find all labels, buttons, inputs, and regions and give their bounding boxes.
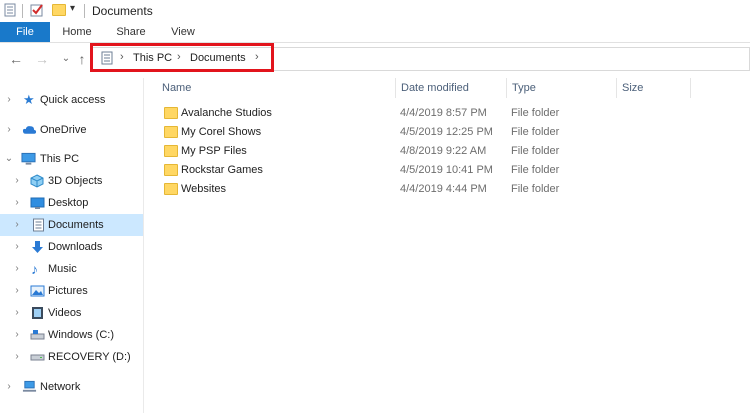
folder-icon bbox=[164, 183, 178, 195]
nav-label: Downloads bbox=[48, 241, 103, 253]
documents-icon bbox=[33, 218, 44, 232]
3d-objects-icon bbox=[30, 174, 44, 188]
file-name: My Corel Shows bbox=[181, 126, 262, 138]
file-name: Websites bbox=[181, 183, 227, 195]
chevron-right-icon[interactable]: › bbox=[12, 236, 22, 258]
file-type: File folder bbox=[511, 107, 560, 119]
drive-icon bbox=[30, 354, 45, 361]
nav-label: Documents bbox=[48, 219, 104, 231]
back-arrow-icon[interactable]: ← bbox=[8, 52, 24, 66]
chevron-right-icon[interactable]: › bbox=[4, 89, 14, 111]
column-header-type[interactable]: Type bbox=[512, 78, 536, 98]
nav-label: OneDrive bbox=[40, 124, 87, 136]
chevron-right-icon[interactable]: › bbox=[12, 346, 22, 368]
nav-item-this-pc[interactable]: ⌄ This PC bbox=[0, 148, 143, 170]
folder-icon bbox=[164, 126, 178, 138]
nav-item-3d-objects[interactable]: › 3D Objects bbox=[0, 170, 143, 192]
chevron-down-icon[interactable]: ⌄ bbox=[4, 148, 14, 170]
file-type: File folder bbox=[511, 145, 560, 157]
chevron-right-icon[interactable]: › bbox=[4, 376, 14, 398]
nav-label: Music bbox=[48, 263, 77, 275]
computer-icon bbox=[21, 152, 36, 165]
window-title: Documents bbox=[92, 4, 153, 18]
chevron-right-icon[interactable]: › bbox=[12, 170, 22, 192]
desktop-icon bbox=[30, 197, 45, 209]
nav-label: 3D Objects bbox=[48, 175, 103, 187]
nav-label: Pictures bbox=[48, 285, 88, 297]
file-date: 4/4/2019 4:44 PM bbox=[400, 183, 487, 195]
tab-view[interactable]: View bbox=[162, 22, 204, 42]
chevron-right-icon[interactable]: › bbox=[12, 302, 22, 324]
up-arrow-icon[interactable]: ↑ bbox=[74, 52, 90, 66]
file-date: 4/8/2019 9:22 AM bbox=[400, 145, 487, 157]
nav-label: Windows (C:) bbox=[48, 329, 115, 341]
pictures-icon bbox=[30, 285, 45, 297]
music-icon: ♪ bbox=[31, 261, 38, 277]
folder-icon bbox=[164, 164, 178, 176]
nav-item-music[interactable]: › ♪ Music bbox=[0, 258, 143, 280]
folder-icon bbox=[164, 107, 178, 119]
column-header-size[interactable]: Size bbox=[622, 78, 643, 98]
chevron-right-icon[interactable]: › bbox=[12, 280, 22, 302]
nav-label: This PC bbox=[40, 153, 80, 165]
column-header-date-modified[interactable]: Date modified bbox=[401, 78, 469, 98]
nav-item-documents[interactable]: › Documents bbox=[0, 214, 143, 236]
nav-item-downloads[interactable]: › Downloads bbox=[0, 236, 143, 258]
ribbon: File Home Share View bbox=[0, 22, 750, 43]
nav-item-windows-c[interactable]: › Windows (C:) bbox=[0, 324, 143, 346]
folder-icon[interactable] bbox=[52, 4, 66, 16]
nav-item-desktop[interactable]: › Desktop bbox=[0, 192, 143, 214]
quick-access-star-icon: ★ bbox=[23, 92, 35, 107]
folder-icon bbox=[164, 145, 178, 157]
file-name: My PSP Files bbox=[181, 145, 247, 157]
file-name: Rockstar Games bbox=[181, 164, 263, 176]
nav-item-network[interactable]: › Network bbox=[0, 376, 143, 398]
nav-label: Quick access bbox=[40, 94, 106, 106]
tab-file[interactable]: File bbox=[0, 22, 50, 42]
nav-item-onedrive[interactable]: › OneDrive bbox=[0, 119, 143, 141]
nav-label: Network bbox=[40, 381, 81, 393]
chevron-right-icon[interactable]: › bbox=[12, 324, 22, 346]
nav-label: Videos bbox=[48, 307, 82, 319]
tab-home[interactable]: Home bbox=[56, 22, 98, 42]
file-row[interactable]: Rockstar Games 4/5/2019 10:41 PM File fo… bbox=[160, 161, 590, 180]
nav-item-recovery-d[interactable]: › RECOVERY (D:) bbox=[0, 346, 143, 368]
nav-item-pictures[interactable]: › Pictures bbox=[0, 280, 143, 302]
file-row[interactable]: Websites 4/4/2019 4:44 PM File folder bbox=[160, 180, 590, 199]
chevron-right-icon[interactable]: › bbox=[12, 258, 22, 280]
chevron-right-icon[interactable]: › bbox=[4, 119, 14, 141]
drive-icon bbox=[30, 330, 45, 340]
checkmark-icon[interactable] bbox=[30, 3, 44, 17]
nav-item-quick-access[interactable]: › ★ Quick access bbox=[0, 89, 143, 111]
nav-label: Desktop bbox=[48, 197, 89, 209]
file-row[interactable]: Avalanche Studios 4/4/2019 8:57 PM File … bbox=[160, 104, 590, 123]
onedrive-cloud-icon bbox=[22, 126, 37, 134]
document-icon[interactable] bbox=[3, 3, 17, 17]
file-type: File folder bbox=[511, 183, 560, 195]
file-date: 4/5/2019 10:41 PM bbox=[400, 164, 493, 176]
videos-icon bbox=[32, 307, 43, 319]
forward-arrow-icon[interactable]: → bbox=[34, 52, 50, 66]
nav-item-videos[interactable]: › Videos bbox=[0, 302, 143, 324]
network-icon bbox=[22, 380, 37, 392]
highlight-box bbox=[90, 43, 274, 72]
file-name: Avalanche Studios bbox=[181, 107, 272, 119]
file-type: File folder bbox=[511, 164, 560, 176]
file-row[interactable]: My PSP Files 4/8/2019 9:22 AM File folde… bbox=[160, 142, 590, 161]
recent-locations-chevron-icon[interactable]: ⌄ bbox=[58, 52, 74, 66]
chevron-right-icon[interactable]: › bbox=[12, 214, 22, 236]
file-type: File folder bbox=[511, 126, 560, 138]
chevron-down-icon[interactable]: ▾ bbox=[70, 3, 75, 14]
column-header-name[interactable]: Name bbox=[162, 78, 191, 98]
file-date: 4/5/2019 12:25 PM bbox=[400, 126, 493, 138]
nav-label: RECOVERY (D:) bbox=[48, 351, 131, 363]
file-date: 4/4/2019 8:57 PM bbox=[400, 107, 487, 119]
chevron-right-icon[interactable]: › bbox=[12, 192, 22, 214]
downloads-icon bbox=[32, 241, 43, 253]
file-row[interactable]: My Corel Shows 4/5/2019 12:25 PM File fo… bbox=[160, 123, 590, 142]
tab-share[interactable]: Share bbox=[110, 22, 152, 42]
title-bar: ▾ Documents bbox=[0, 0, 750, 22]
